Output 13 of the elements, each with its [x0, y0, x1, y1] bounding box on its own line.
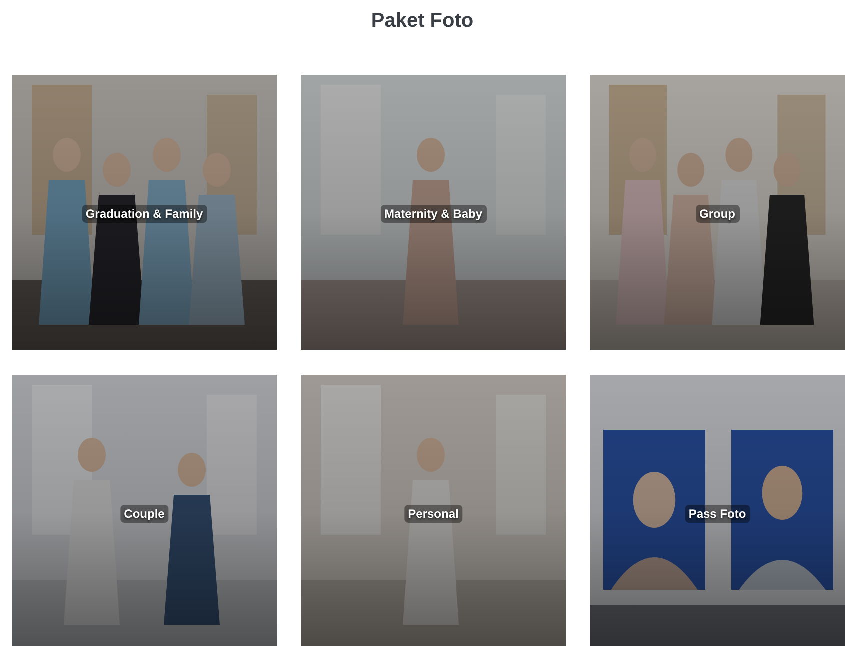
package-label: Pass Foto — [684, 505, 750, 523]
page-title: Paket Foto — [370, 9, 475, 34]
package-card[interactable]: Personal — [301, 375, 566, 646]
package-label: Personal — [404, 505, 463, 523]
package-card[interactable]: Graduation & Family — [12, 75, 277, 350]
package-card[interactable]: Maternity & Baby — [301, 75, 566, 350]
package-card[interactable]: Pass Foto — [590, 375, 845, 646]
package-label: Maternity & Baby — [380, 205, 487, 223]
package-card[interactable]: Couple — [12, 375, 277, 646]
package-label: Graduation & Family — [82, 205, 208, 223]
package-label: Group — [696, 205, 740, 223]
package-card[interactable]: Group — [590, 75, 845, 350]
package-label: Couple — [120, 505, 169, 523]
